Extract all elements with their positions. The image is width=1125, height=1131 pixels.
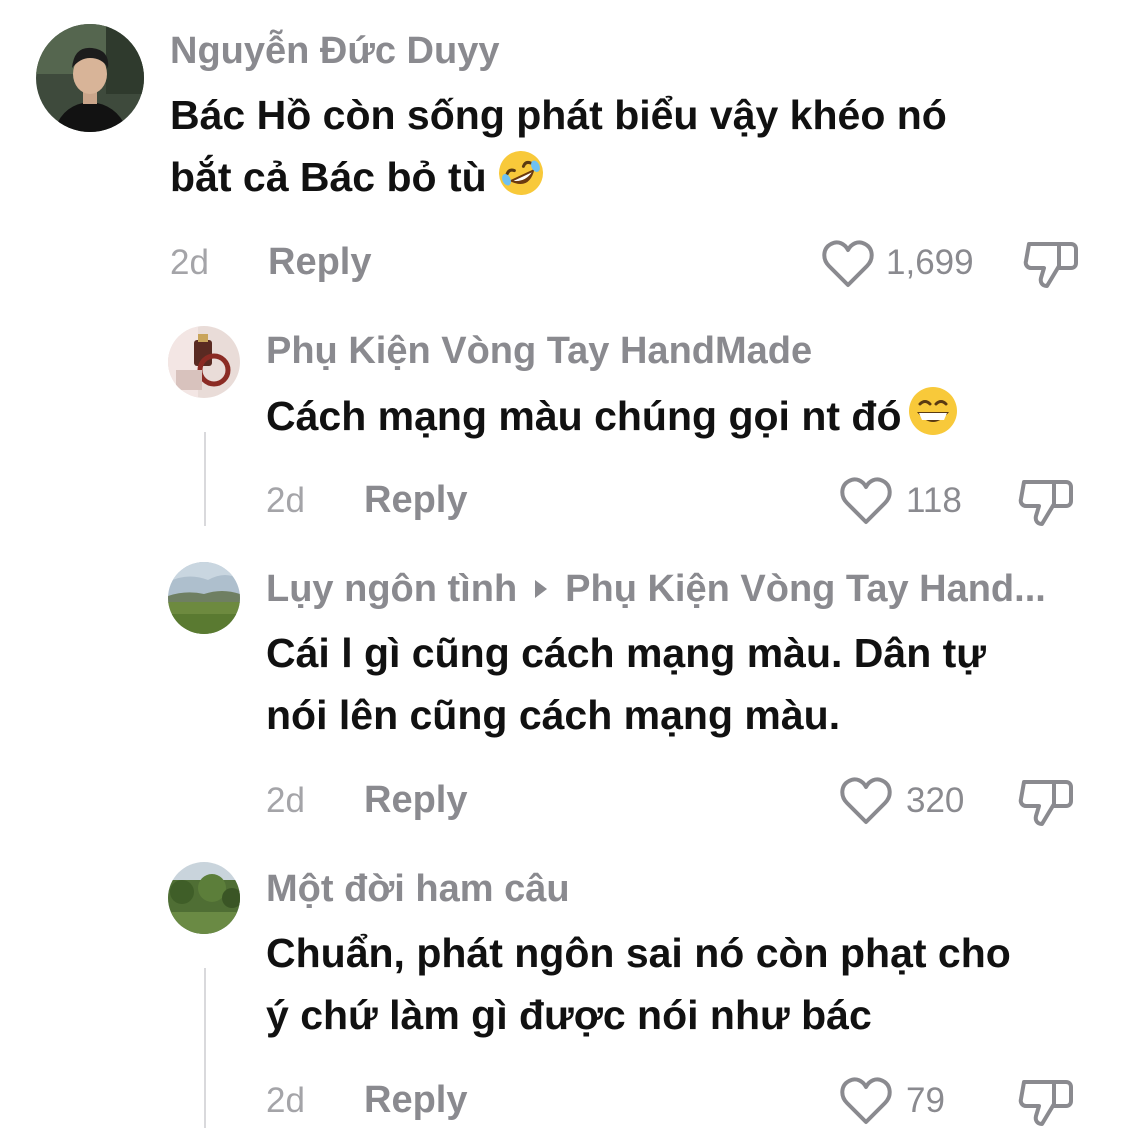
- heart-outline-icon[interactable]: [839, 476, 893, 526]
- comment-time: 2d: [266, 1081, 305, 1120]
- comment-time: 2d: [170, 243, 209, 282]
- username: Lụy ngôn tình Phụ Kiện Vòng Tay Hand...: [266, 570, 1046, 608]
- comment-line: Cách mạng màu chúng gọi nt đó: [266, 384, 960, 455]
- heart-outline-icon[interactable]: [839, 1076, 893, 1126]
- reply-button[interactable]: Reply: [364, 481, 467, 519]
- username-link[interactable]: Lụy ngôn tình: [266, 568, 517, 610]
- username[interactable]: Phụ Kiện Vòng Tay HandMade: [266, 332, 812, 370]
- reply-arrow-icon: [535, 579, 548, 598]
- like-count: 320: [906, 781, 965, 820]
- comment-line: nói lên cũng cách mạng màu.: [266, 692, 841, 738]
- like-count: 1,699: [886, 243, 974, 282]
- comment-time: 2d: [266, 781, 305, 820]
- comment-line: bắt cả Bác bỏ tù: [170, 146, 947, 216]
- avatar[interactable]: [168, 326, 240, 398]
- grinning-face-icon: [906, 384, 960, 455]
- heart-outline-icon[interactable]: [821, 239, 875, 289]
- username[interactable]: Nguyễn Đức Duyy: [170, 32, 499, 70]
- reply-button[interactable]: Reply: [268, 243, 371, 281]
- thumbs-down-outline-icon[interactable]: [1018, 774, 1074, 828]
- reply-button[interactable]: Reply: [364, 1081, 467, 1119]
- comment-line: Chuẩn, phát ngôn sai nó còn phạt cho: [266, 930, 1011, 976]
- comment-time: 2d: [266, 481, 305, 520]
- comment-line-text: bắt cả Bác bỏ tù: [170, 154, 487, 200]
- rolling-on-floor-laughing-icon: [495, 147, 547, 216]
- comment-text: Bác Hồ còn sống phát biểu vậy khéo nó bắ…: [170, 84, 947, 216]
- like-count: 79: [906, 1081, 945, 1120]
- thumbs-down-outline-icon[interactable]: [1018, 474, 1074, 528]
- comment-line: ý chứ làm gì được nói như bác: [266, 992, 872, 1038]
- reply-to-username[interactable]: Phụ Kiện Vòng Tay Hand...: [565, 568, 1046, 610]
- thumbs-down-outline-icon[interactable]: [1018, 1074, 1074, 1128]
- like-count: 118: [906, 481, 962, 520]
- thumbs-down-outline-icon[interactable]: [1023, 236, 1079, 290]
- thread-line: [204, 432, 206, 526]
- avatar[interactable]: [168, 562, 240, 634]
- avatar[interactable]: [168, 862, 240, 934]
- comment-text: Cái l gì cũng cách mạng màu. Dân tự nói …: [266, 622, 986, 746]
- comment-line: Cái l gì cũng cách mạng màu. Dân tự: [266, 630, 986, 676]
- comment-line-text: Cách mạng màu chúng gọi nt đó: [266, 393, 902, 439]
- thread-line: [204, 968, 206, 1128]
- comment-text: Chuẩn, phát ngôn sai nó còn phạt cho ý c…: [266, 922, 1011, 1046]
- username[interactable]: Một đời ham câu: [266, 870, 570, 908]
- comment-text: Cách mạng màu chúng gọi nt đó: [266, 384, 960, 455]
- avatar[interactable]: [36, 24, 144, 132]
- reply-button[interactable]: Reply: [364, 781, 467, 819]
- heart-outline-icon[interactable]: [839, 776, 893, 826]
- comment-line: Bác Hồ còn sống phát biểu vậy khéo nó: [170, 92, 947, 138]
